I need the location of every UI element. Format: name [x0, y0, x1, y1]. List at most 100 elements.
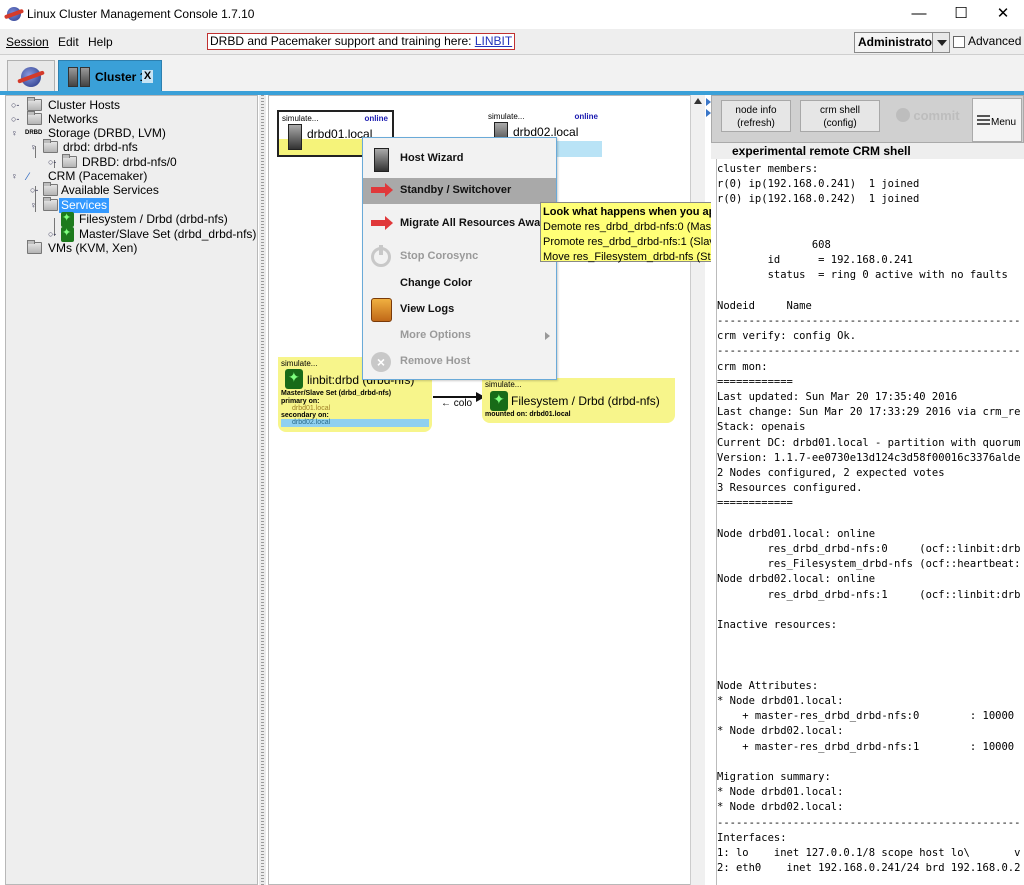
- collapse-handle-icon[interactable]: ○-: [11, 114, 21, 124]
- maximize-button[interactable]: ☐: [941, 3, 981, 25]
- menu-item-change-color[interactable]: Change Color: [363, 271, 556, 297]
- mounted-on: mounted on: drbd01.local: [485, 411, 571, 418]
- tab-cluster[interactable]: Cluster 1 X: [58, 60, 162, 92]
- shell-line: id = 192.168.0.241: [717, 254, 913, 267]
- shell-output: cluster members: r(0) ip(192.168.0.241) 1…: [716, 159, 1024, 885]
- crm-shell-line1: crm shell: [819, 105, 860, 116]
- shell-line: + master-res_drbd_drbd-nfs:1 : 10000: [717, 740, 1015, 753]
- menu-item-label: Standby / Switchover: [400, 184, 512, 196]
- shell-line: * Node drbd01.local:: [717, 695, 844, 707]
- drbd-logo-icon: DRBD: [25, 130, 43, 136]
- expand-handle-icon[interactable]: ♀: [30, 200, 40, 210]
- shell-line: Node Attributes:: [717, 679, 819, 692]
- node-info-button[interactable]: node info (refresh): [721, 100, 791, 132]
- collapse-handle-icon[interactable]: ○-: [48, 229, 58, 239]
- shell-line: Current DC: drbd01.local - partition wit…: [717, 436, 1021, 449]
- tree-label: Cluster Hosts: [48, 98, 121, 112]
- primary-label: primary on:: [281, 398, 320, 405]
- shell-line: + master-res_drbd_drbd-nfs:0 : 10000: [717, 710, 1015, 723]
- host-sim-label: simulate...: [282, 114, 319, 123]
- tab-close-button[interactable]: X: [142, 70, 153, 83]
- menu-help[interactable]: Help: [88, 35, 113, 49]
- menu-item-host-wizard[interactable]: Host Wizard: [363, 146, 556, 172]
- promo-text: DRBD and Pacemaker support and training …: [210, 34, 475, 48]
- menu-bar: Session Edit Help DRBD and Pacemaker sup…: [0, 29, 1024, 55]
- menu-item-migrate[interactable]: Migrate All Resources Away: [363, 211, 556, 237]
- title-bar: Linux Cluster Management Console 1.7.10 …: [0, 0, 1024, 29]
- minimize-button[interactable]: —: [899, 3, 939, 25]
- crm-shell-panel: node info (refresh) crm shell (config) c…: [711, 95, 1024, 885]
- menu-item-standby[interactable]: Standby / Switchover: [363, 178, 556, 204]
- expand-handle-icon[interactable]: ♀: [30, 142, 40, 152]
- collapse-handle-icon[interactable]: ○-: [30, 185, 40, 195]
- menu-item-label: Stop Corosync: [400, 250, 479, 262]
- collapse-handle-icon[interactable]: ○-: [48, 157, 58, 167]
- menu-item-label: More Options: [400, 329, 471, 341]
- menu-item-remove-host[interactable]: × Remove Host: [363, 349, 556, 375]
- host-context-menu: Host Wizard Standby / Switchover Migrate…: [362, 137, 557, 380]
- host-status: online: [574, 112, 598, 121]
- hamburger-icon: [977, 115, 990, 125]
- commit-button[interactable]: commit: [888, 100, 968, 132]
- shell-line: Nodeid Name: [717, 299, 812, 312]
- window-title: Linux Cluster Management Console 1.7.10: [27, 7, 255, 21]
- server-icon: [68, 67, 78, 87]
- split-handle[interactable]: [259, 95, 266, 885]
- tab-cluster-label: Cluster 1: [95, 70, 147, 84]
- close-window-button[interactable]: ✕: [983, 3, 1023, 25]
- shell-line: r(0) ip(192.168.0.242) 1 joined: [717, 193, 920, 206]
- menu-item-more-options[interactable]: More Options: [363, 323, 556, 349]
- shell-line: Interfaces:: [717, 831, 787, 844]
- crm-shell-button[interactable]: crm shell (config): [800, 100, 880, 132]
- shell-line: Stack: openais: [717, 421, 806, 434]
- node-info-line2: (refresh): [737, 118, 775, 129]
- shell-line: ----------------------------------------…: [717, 315, 1021, 327]
- shell-line: res_drbd_drbd-nfs:1 (ocf::linbit:drb: [717, 588, 1021, 601]
- role-select[interactable]: Administrator: [854, 32, 950, 53]
- linbit-link[interactable]: LINBIT: [475, 34, 512, 48]
- collapse-handle-icon[interactable]: ○-: [11, 100, 21, 110]
- tab-home[interactable]: [7, 60, 55, 91]
- running-service-icon: [61, 211, 74, 227]
- scroll-up-icon[interactable]: [694, 98, 702, 104]
- service-type: Master/Slave Set (drbd_drbd-nfs): [281, 390, 392, 397]
- shell-line: ============: [717, 497, 793, 510]
- remove-icon: ×: [371, 352, 391, 372]
- menu-edit[interactable]: Edit: [58, 35, 79, 49]
- service-node-filesystem[interactable]: simulate... Filesystem / Drbd (drbd-nfs)…: [482, 378, 675, 423]
- tree-label: Available Services: [61, 183, 159, 197]
- menu-button[interactable]: Menu: [972, 98, 1022, 142]
- expand-handle-icon[interactable]: ♀: [11, 171, 21, 181]
- crm-toolbar: node info (refresh) crm shell (config) c…: [711, 95, 1024, 143]
- submenu-arrow-icon: [545, 332, 550, 340]
- advanced-checkbox[interactable]: [953, 36, 965, 48]
- expand-handle-icon[interactable]: ♀: [11, 128, 21, 138]
- promo-banner: DRBD and Pacemaker support and training …: [207, 33, 516, 50]
- host-sim-label: simulate...: [488, 112, 525, 121]
- shell-line: Migration summary:: [717, 771, 831, 783]
- folder-icon: [27, 240, 42, 254]
- shell-line: ============: [717, 375, 793, 388]
- menu-item-stop-corosync[interactable]: Stop Corosync: [363, 244, 556, 270]
- shell-line: res_Filesystem_drbd-nfs (ocf::heartbeat:: [717, 558, 1021, 571]
- shell-line: * Node drbd01.local:: [717, 786, 844, 799]
- lcmc-logo-icon: [21, 67, 41, 87]
- folder-icon: [43, 197, 58, 211]
- colocation-label: ← colo: [441, 398, 473, 409]
- menu-item-label: Migrate All Resources Away: [400, 217, 547, 229]
- shell-line: * Node drbd02.local:: [717, 801, 844, 814]
- tree-label: VMs (KVM, Xen): [48, 241, 138, 255]
- menu-item-view-logs[interactable]: View Logs: [363, 297, 556, 323]
- shell-line: ----------------------------------------…: [717, 345, 1021, 358]
- tab-bar: Cluster 1 X: [0, 55, 1024, 95]
- folder-icon: [43, 139, 58, 153]
- chevron-down-icon[interactable]: [932, 33, 949, 52]
- node-info-line1: node info: [735, 105, 777, 116]
- primary-host: drbd01.local: [292, 405, 331, 412]
- folder-icon: [43, 182, 58, 196]
- shell-line: r(0) ip(192.168.0.241) 1 joined: [717, 178, 920, 191]
- menu-item-label: View Logs: [400, 303, 455, 315]
- power-icon: [371, 245, 391, 267]
- menu-session[interactable]: Session: [6, 35, 49, 49]
- server-icon: [374, 148, 389, 172]
